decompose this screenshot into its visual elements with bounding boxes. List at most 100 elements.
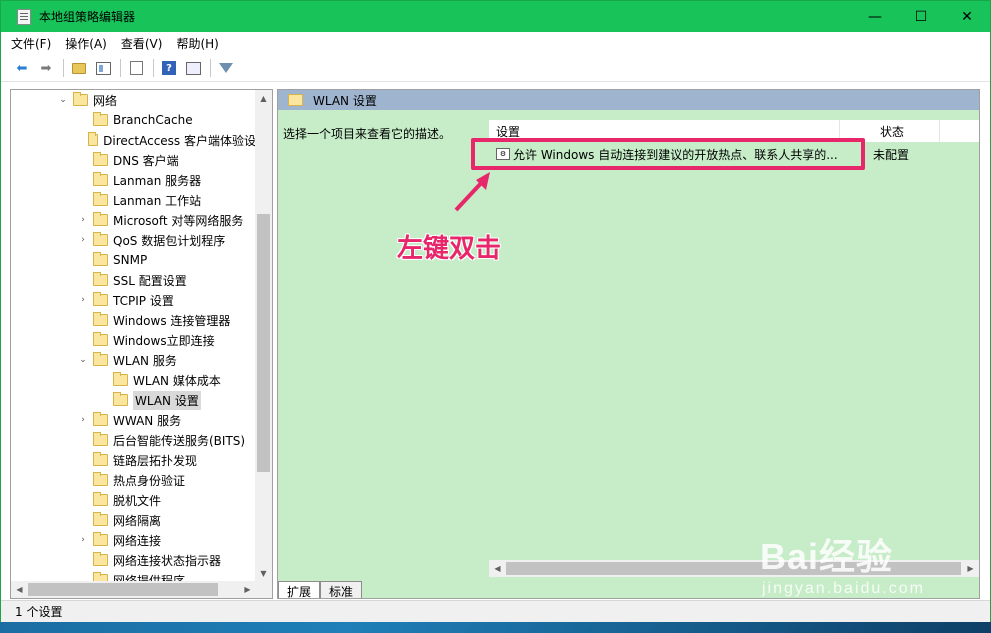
tree-item[interactable]: 热点身份验证 [11,470,256,490]
tree-item-label: 后台智能传送服务(BITS) [113,433,246,448]
title-bar[interactable]: 本地组策略编辑器 — ☐ ✕ [1,1,990,32]
tab-extended[interactable]: 扩展 [278,581,321,598]
folder-icon [93,252,108,266]
tree-item[interactable]: ⌄ WLAN 服务 [11,350,256,370]
filter-button[interactable] [215,57,237,79]
folder-icon [93,192,108,206]
forward-arrow-icon[interactable]: ➡ [35,57,57,79]
setting-status: 未配置 [873,147,910,162]
tree-hscroll-thumb[interactable] [28,583,218,596]
tree-item[interactable]: SSL 配置设置 [11,270,256,290]
watermark-logo: Bai经验 [760,536,894,577]
toolbar-separator [153,59,154,77]
tree-item-label: Windows立即连接 [113,333,215,348]
folder-icon [73,92,88,106]
expanded-chevron-icon[interactable]: ⌄ [77,355,89,365]
menu-view[interactable]: 查看(V) [121,35,163,52]
folder-icon [88,132,99,146]
folder-icon [113,392,128,406]
tree-item[interactable]: 脱机文件 [11,490,256,510]
back-arrow-icon[interactable]: ⬅ [11,57,33,79]
folder-icon [93,492,108,506]
tree-item[interactable]: › WWAN 服务 [11,410,256,430]
toolbar-separator [63,59,64,77]
tree-item-label: Microsoft 对等网络服务 [113,213,244,228]
tree-item[interactable]: Lanman 服务器 [11,170,256,190]
tree-item[interactable]: BranchCache [11,110,256,130]
minimize-button[interactable]: — [852,1,898,32]
tree-item-label: 网络连接状态指示器 [113,553,222,568]
tree-item[interactable]: WLAN 设置 [11,390,256,410]
tree-item[interactable]: › 网络连接 [11,530,256,550]
tree-item-label: WLAN 媒体成本 [133,373,221,388]
export-list-button[interactable] [125,57,147,79]
collapsed-chevron-icon[interactable]: › [77,235,89,245]
maximize-button[interactable]: ☐ [898,1,944,32]
collapsed-chevron-icon[interactable]: › [77,535,89,545]
folder-icon [93,552,108,566]
tree-item[interactable]: Lanman 工作站 [11,190,256,210]
tree-item-label: 链路层拓扑发现 [113,453,198,468]
tree-item[interactable]: 链路层拓扑发现 [11,450,256,470]
scroll-right-icon[interactable]: ▶ [962,560,979,577]
tab-standard[interactable]: 标准 [320,581,363,598]
tree-item[interactable]: 网络连接状态指示器 [11,550,256,570]
description-text: 选择一个项目来查看它的描述。 [283,127,452,141]
menu-file[interactable]: 文件(F) [11,35,51,52]
collapsed-chevron-icon[interactable]: › [77,295,89,305]
tree-item[interactable]: ⌄ 网络 [11,90,256,110]
menu-bar: 文件(F) 操作(A) 查看(V) 帮助(H) [1,32,990,55]
tree-scroll-thumb[interactable] [257,214,270,472]
close-button[interactable]: ✕ [944,1,990,32]
tree-item[interactable]: SNMP [11,250,256,270]
tree-item[interactable]: WLAN 媒体成本 [11,370,256,390]
scroll-left-icon[interactable]: ◀ [489,560,506,577]
toolbar-separator [210,59,211,77]
folder-icon [93,292,108,306]
menu-action[interactable]: 操作(A) [65,35,107,52]
tree-item[interactable]: 后台智能传送服务(BITS) [11,430,256,450]
tree-horizontal-scrollbar[interactable]: ◀ ▶ [11,581,256,598]
scroll-up-icon[interactable]: ▲ [255,90,272,107]
tree-item[interactable]: › Microsoft 对等网络服务 [11,210,256,230]
double-click-annotation: 左键双击 [397,234,502,264]
expanded-chevron-icon[interactable]: ⌄ [57,95,69,105]
properties-button[interactable] [182,57,204,79]
tree-vertical-scrollbar[interactable]: ▲ ▼ [255,90,272,582]
tree-item[interactable]: › TCPIP 设置 [11,290,256,310]
folder-icon [93,112,108,126]
tree-item[interactable]: Windows立即连接 [11,330,256,350]
console-tree-icon [95,61,111,75]
collapsed-chevron-icon[interactable]: › [77,415,89,425]
highlight-annotation-box [471,138,865,170]
tree-item[interactable]: 网络隔离 [11,510,256,530]
collapsed-chevron-icon[interactable]: › [77,215,89,225]
help-icon: ? [162,61,176,75]
tree-item-label: WLAN 服务 [113,353,177,368]
help-button[interactable]: ? [158,57,180,79]
up-folder-icon [72,62,86,74]
up-folder-button[interactable] [68,57,90,79]
watermark-url: jingyan.baidu.com [762,580,925,597]
folder-icon [93,432,108,446]
tree-item[interactable]: DNS 客户端 [11,150,256,170]
folder-icon [93,212,108,226]
menu-help[interactable]: 帮助(H) [176,35,218,52]
console-tree: ⌄ 网络 BranchCache DirectAccess 客户端体验设 DNS 客户端… [11,90,256,582]
folder-icon [288,94,303,106]
tree-item-label: 网络连接 [113,533,162,548]
details-header-title: WLAN 设置 [313,93,377,108]
tree-item[interactable]: DirectAccess 客户端体验设 [11,130,256,150]
scroll-left-icon[interactable]: ◀ [11,581,28,598]
pointer-arrow-icon [454,172,490,212]
tree-item-label: Lanman 服务器 [113,173,202,188]
tree-item[interactable]: Windows 连接管理器 [11,310,256,330]
tree-item-label: 网络隔离 [113,513,162,528]
show-tree-button[interactable] [92,57,114,79]
scroll-right-icon[interactable]: ▶ [239,581,256,598]
tree-item[interactable]: › QoS 数据包计划程序 [11,230,256,250]
view-tabs: 扩展 标准 [278,580,363,598]
baidu-watermark: Bai经验 jingyan.baidu.com [760,528,925,598]
status-text: 1 个设置 [15,605,63,619]
scroll-down-icon[interactable]: ▼ [255,565,272,582]
